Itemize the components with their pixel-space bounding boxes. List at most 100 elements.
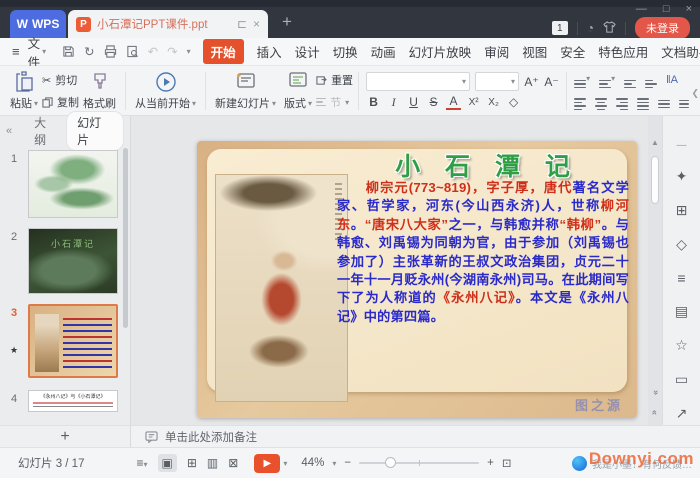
increase-font-button[interactable]: A⁺ — [524, 75, 539, 89]
scrollbar-thumb[interactable] — [651, 156, 659, 204]
slide-sorter-icon[interactable]: ⊞ — [187, 456, 197, 470]
decrease-font-button[interactable]: A⁻ — [544, 75, 559, 89]
strikethrough-button[interactable]: S — [426, 95, 441, 109]
layout-button[interactable]: 版式 ▾ — [280, 70, 316, 112]
shapes-icon[interactable]: ◇ — [676, 236, 687, 253]
close-tab-icon[interactable]: × — [253, 17, 260, 31]
next-slide-icon[interactable]: « — [650, 410, 660, 414]
collapse-panel-icon[interactable]: « — [6, 125, 12, 137]
align-center-icon[interactable] — [595, 91, 608, 110]
clear-format-icon[interactable]: ◇ — [506, 95, 521, 109]
font-color-button[interactable]: A — [446, 94, 462, 110]
theme-skin-icon[interactable] — [603, 20, 616, 36]
text-direction-icon[interactable]: ‖A — [666, 74, 678, 86]
tab-animation[interactable]: 动画 — [371, 42, 396, 61]
minimize-icon[interactable]: — — [636, 3, 647, 15]
slide-4-thumbnail[interactable]: 《永州八记》与《小石潭记》 — [28, 390, 118, 412]
decrease-indent-icon[interactable] — [624, 72, 637, 88]
vertical-scrollbar[interactable]: ▲ « « — [648, 116, 662, 425]
tab-review[interactable]: 审阅 — [484, 42, 509, 61]
zoom-slider-thumb[interactable] — [385, 457, 397, 468]
play-options-chevron[interactable]: ▾ — [283, 459, 287, 468]
tab-security[interactable]: 安全 — [560, 42, 585, 61]
align-left-icon[interactable] — [574, 91, 587, 110]
tab-slideshow[interactable]: 幻灯片放映 — [409, 42, 472, 61]
bold-button[interactable]: B — [366, 95, 381, 109]
zoom-in-button[interactable]: + — [487, 457, 494, 469]
maximize-icon[interactable]: □ — [663, 3, 670, 15]
effects-icon[interactable]: ✦ — [676, 168, 688, 185]
tab-insert[interactable]: 插入 — [257, 42, 282, 61]
add-slide-button[interactable]: + — [0, 425, 131, 447]
font-family-select[interactable]: ▾ — [366, 72, 471, 91]
previous-slide-icon[interactable]: « — [650, 391, 660, 395]
paste-button[interactable]: 粘贴 ▾ — [6, 70, 42, 112]
tab-outline[interactable]: 大纲 — [34, 114, 58, 148]
assistant-avatar-icon[interactable] — [572, 455, 587, 471]
normal-view-icon[interactable]: ▣ — [157, 454, 177, 472]
align-right-icon[interactable] — [616, 91, 629, 110]
fit-to-window-icon[interactable]: ⊡ — [502, 456, 512, 470]
bullet-list-icon[interactable]: ▾ — [574, 72, 590, 88]
notes-menu-icon[interactable]: ≡▾ — [136, 456, 147, 470]
liu-zongyuan-portrait[interactable] — [215, 174, 348, 402]
scroll-up-arrow[interactable]: ▲ — [648, 138, 662, 147]
object-properties-icon[interactable]: ≡ — [677, 270, 685, 286]
zoom-out-button[interactable]: − — [344, 457, 351, 469]
save-icon[interactable] — [62, 45, 75, 58]
tab-special-features[interactable]: 特色应用 — [598, 42, 648, 61]
slide-title[interactable]: 小 石 潭 记 — [347, 147, 627, 183]
pin-tab-icon[interactable]: ⊏ — [237, 17, 247, 31]
tab-home[interactable]: 开始 — [202, 39, 244, 64]
undo-icon[interactable]: ↶ — [148, 44, 158, 59]
increase-indent-icon[interactable] — [645, 72, 658, 88]
share-icon[interactable]: ↗ — [676, 405, 688, 422]
hamburger-icon[interactable]: ≡ — [12, 44, 20, 59]
distribute-icon[interactable] — [658, 92, 671, 109]
favorites-icon[interactable]: ☆ — [675, 337, 688, 354]
resource-box-icon[interactable]: ▭ — [675, 371, 688, 388]
chevron-down-icon[interactable]: ▾ — [187, 47, 191, 56]
sidebar-scrollbar[interactable] — [123, 148, 128, 328]
history-icon[interactable]: ↻ — [84, 44, 94, 59]
font-size-select[interactable]: ▾ — [475, 72, 520, 91]
current-slide[interactable]: 小 石 潭 记 柳宗元(773~819)，字子厚，唐代著名文学家、哲学家，河东(… — [197, 141, 637, 418]
line-spacing-icon[interactable] — [679, 92, 690, 109]
copy-button[interactable]: 复制 — [42, 94, 79, 110]
italic-button[interactable]: I — [386, 95, 401, 110]
strip-collapse-icon[interactable]: — — [677, 140, 687, 151]
tab-doc-assistant[interactable]: 文档助手 — [661, 42, 700, 61]
slide-2-thumbnail[interactable]: 小石潭记 — [28, 228, 118, 294]
zoom-slider[interactable] — [359, 457, 480, 468]
align-justify-icon[interactable] — [637, 91, 650, 110]
close-icon[interactable]: × — [686, 3, 692, 15]
underline-button[interactable]: U — [406, 95, 421, 109]
panel-toggle-arrow[interactable]: ❮ — [691, 88, 699, 99]
slide-gallery-icon[interactable]: ▤ — [675, 303, 688, 320]
superscript-button[interactable]: X² — [466, 97, 481, 108]
slide-1-thumbnail[interactable] — [28, 150, 118, 218]
print-icon[interactable] — [104, 45, 117, 58]
message-count-badge[interactable]: 1 — [551, 21, 568, 35]
reading-view-icon[interactable]: ▥ — [207, 456, 218, 470]
redo-icon[interactable]: ↷ — [167, 44, 177, 59]
print-preview-icon[interactable] — [126, 45, 139, 58]
slideshow-play-button[interactable]: ▶ — [254, 453, 281, 473]
projector-icon[interactable]: ⊠ — [228, 456, 238, 470]
document-tab[interactable]: P 小石潭记PPT课件.ppt ⊏ × — [68, 10, 268, 38]
slide-3-thumbnail-selected[interactable] — [28, 304, 118, 378]
slide-body-text[interactable]: 柳宗元(773~819)，字子厚，唐代著名文学家、哲学家，河东(今山西永济)人，… — [337, 179, 629, 326]
numbered-list-icon[interactable]: ▾ — [599, 72, 615, 88]
subscript-button[interactable]: X₂ — [486, 97, 501, 108]
zoom-level[interactable]: 44% — [301, 457, 324, 469]
section-button[interactable]: 节 ▾ — [316, 94, 353, 110]
tab-transition[interactable]: 切换 — [333, 42, 358, 61]
login-button[interactable]: 未登录 — [635, 17, 690, 39]
tab-design[interactable]: 设计 — [295, 42, 320, 61]
cut-button[interactable]: ✂ 剪切 — [42, 72, 79, 88]
notification-icon[interactable]: ◔ — [587, 21, 594, 35]
play-from-current-button[interactable]: 从当前开始 ▾ — [131, 70, 200, 112]
tab-view[interactable]: 视图 — [522, 42, 547, 61]
reset-button[interactable]: 重置 — [316, 72, 353, 88]
file-menu[interactable]: 文件 ▾ — [28, 33, 47, 71]
